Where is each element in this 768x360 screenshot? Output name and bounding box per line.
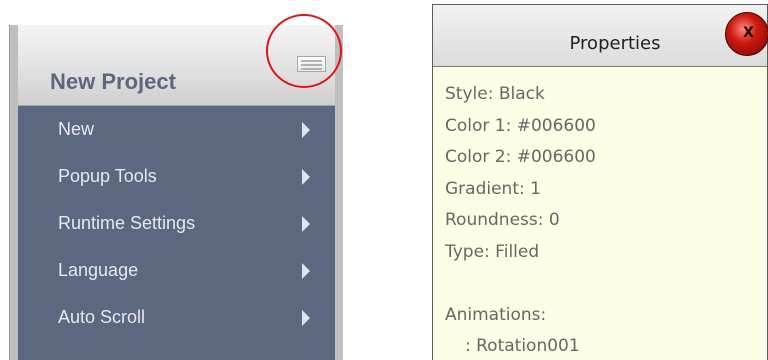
properties-title: Properties xyxy=(569,33,661,54)
properties-body: Style: Black Color 1: #006600 Color 2: #… xyxy=(433,67,767,360)
property-roundness: Roundness: 0 xyxy=(445,210,560,230)
menu-item-auto-scroll[interactable]: Auto Scroll xyxy=(18,294,335,341)
menu-item-label: Runtime Settings xyxy=(58,213,196,233)
properties-panel: Properties X Style: Black Color 1: #0066… xyxy=(432,4,768,360)
menu-item-language[interactable]: Language xyxy=(18,247,335,294)
menu-item-label: Auto Scroll xyxy=(58,307,146,327)
property-color-1: Color 1: #006600 xyxy=(445,115,596,136)
menu-item-label: Popup Tools xyxy=(58,166,157,186)
property-spacer xyxy=(445,268,767,300)
animation-item: : Rotation001 xyxy=(465,336,580,356)
chevron-right-icon xyxy=(302,122,310,138)
properties-header: Properties X xyxy=(433,5,768,67)
screenshot-stage: New Project New Popup Tools Runtime Sett… xyxy=(0,0,768,360)
highlight-circle xyxy=(266,14,342,88)
project-menu-list: New Popup Tools Runtime Settings Languag… xyxy=(18,106,335,360)
chevron-right-icon xyxy=(302,310,310,326)
chevron-right-icon xyxy=(302,263,310,279)
close-icon: X xyxy=(743,25,754,41)
property-type: Type: Filled xyxy=(445,241,540,262)
animations-label: Animations: xyxy=(445,304,547,325)
chevron-right-icon xyxy=(302,216,310,232)
property-style: Style: Black xyxy=(445,84,545,104)
chevron-right-icon xyxy=(302,169,310,185)
menu-item-popup-tools[interactable]: Popup Tools xyxy=(18,153,335,200)
menu-item-label: New xyxy=(58,119,95,139)
menu-item-new[interactable]: New xyxy=(18,106,335,153)
close-button[interactable]: X xyxy=(725,12,768,56)
project-menu-title: New Project xyxy=(50,69,176,94)
property-gradient: Gradient: 1 xyxy=(445,178,541,199)
menu-item-label: Language xyxy=(58,260,139,280)
property-color-2: Color 2: #006600 xyxy=(445,147,596,167)
menu-item-runtime-settings[interactable]: Runtime Settings xyxy=(18,200,335,247)
